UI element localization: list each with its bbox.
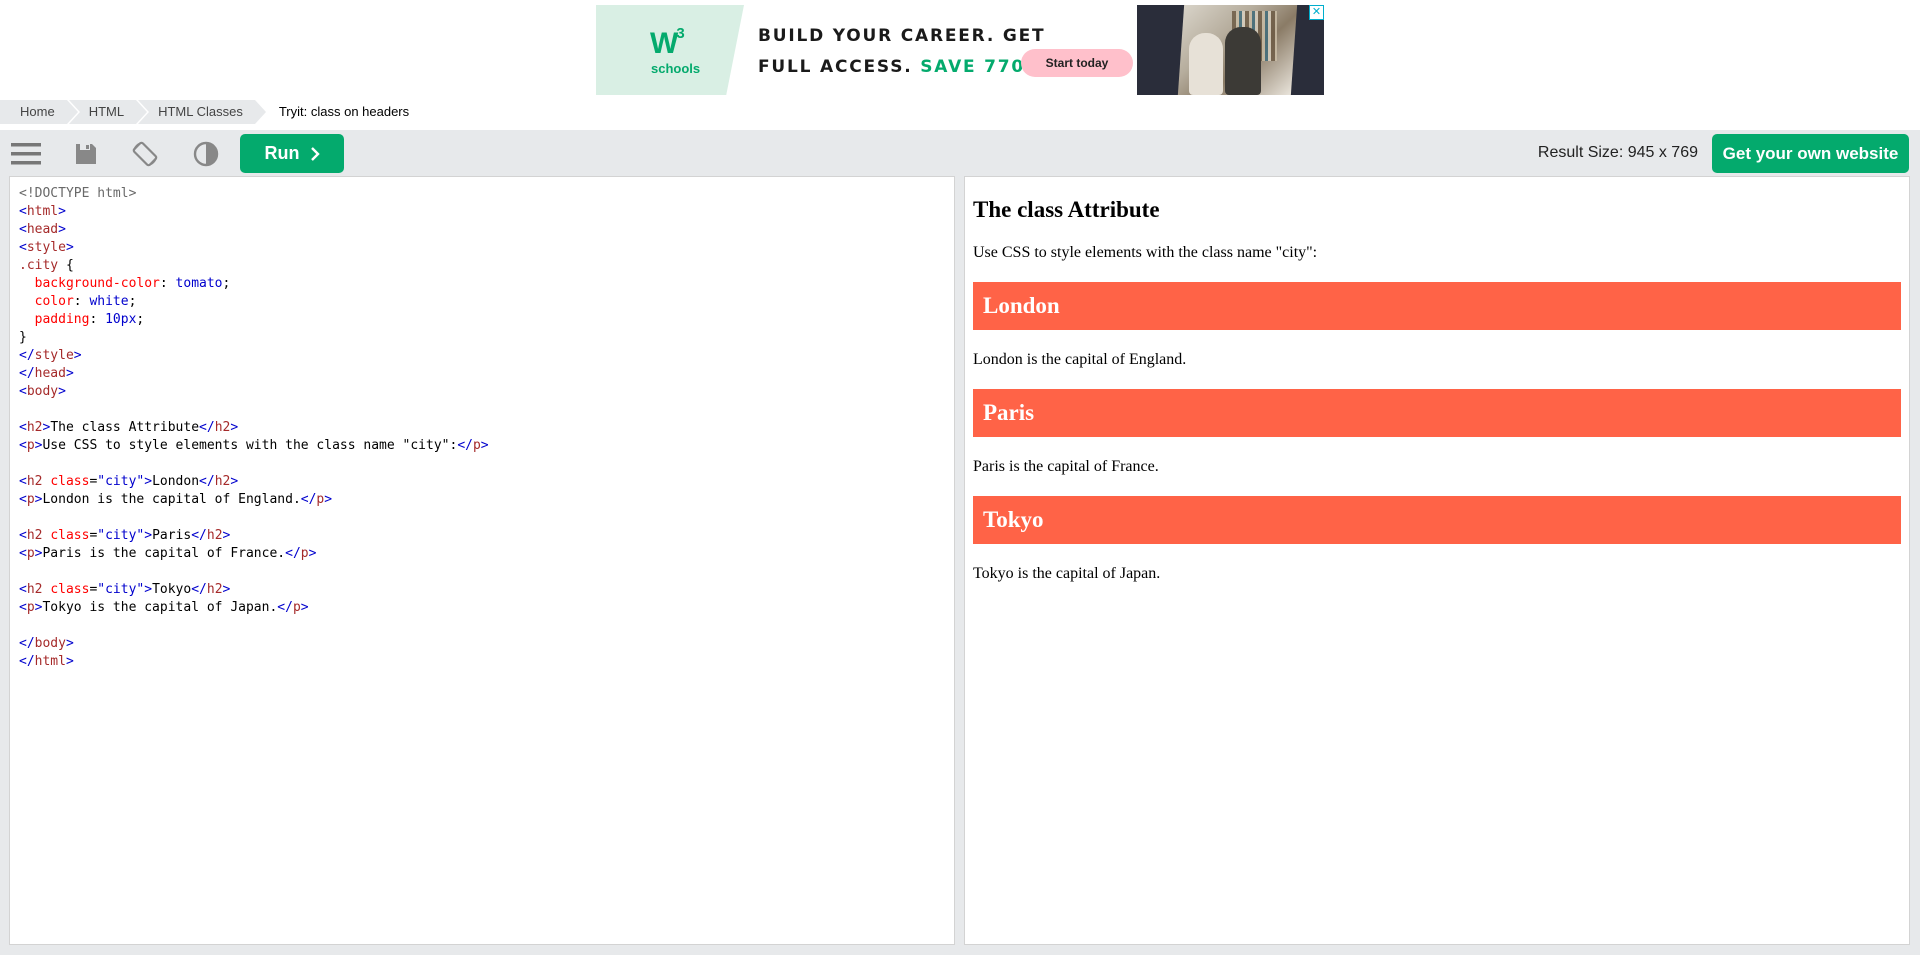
- code-line: <p>London is the capital of England.</p>: [19, 492, 333, 507]
- result-title: The class Attribute: [973, 197, 1160, 222]
- ad-headline-line1: BUILD YOUR CAREER. GET: [758, 26, 1046, 46]
- city-desc-tokyo: Tokyo is the capital of Japan.: [973, 565, 1161, 582]
- menu-icon[interactable]: [11, 139, 41, 169]
- w3schools-logo-mark: W3: [650, 25, 685, 60]
- ad-photo: [1137, 5, 1324, 95]
- city-heading-tokyo: Tokyo: [973, 496, 1901, 544]
- city-heading-paris: Paris: [973, 389, 1901, 437]
- code-line: <body>: [19, 384, 66, 399]
- ad-logo: W3 schools: [596, 5, 744, 95]
- code-line: <p>Paris is the capital of France.</p>: [19, 546, 317, 561]
- breadcrumb: Home HTML HTML Classes Tryit: class on h…: [0, 100, 409, 124]
- result-frame[interactable]: The class Attribute Use CSS to style ele…: [964, 176, 1910, 945]
- ad-banner[interactable]: W3 schools BUILD YOUR CAREER. GET FULL A…: [596, 5, 1324, 95]
- code-line: <style>: [19, 240, 74, 255]
- save-icon[interactable]: [71, 139, 101, 169]
- code-line: <h2 class="city">Tokyo</h2>: [19, 582, 231, 597]
- code-line: }: [19, 330, 27, 345]
- breadcrumb-html-classes[interactable]: HTML Classes: [138, 100, 268, 124]
- code-line: <head>: [19, 222, 66, 237]
- city-desc-paris: Paris is the capital of France.: [973, 458, 1159, 475]
- code-line: padding: 10px;: [34, 312, 145, 327]
- code-line: <h2>The class Attribute</h2>: [19, 420, 239, 435]
- code-line: background-color: tomato;: [34, 276, 231, 291]
- toolbar: Run Result Size: 945 x 769 Get your own …: [0, 130, 1920, 176]
- w3schools-logo-text: schools: [651, 61, 701, 76]
- code-line: <p>Tokyo is the capital of Japan.</p>: [19, 600, 309, 615]
- run-button[interactable]: Run: [240, 134, 344, 173]
- rotate-icon[interactable]: [130, 139, 160, 169]
- code-line: color: white;: [34, 294, 137, 309]
- code-line: <h2 class="city">London</h2>: [19, 474, 239, 489]
- result-intro: Use CSS to style elements with the class…: [973, 244, 1318, 261]
- ad-start-today-button[interactable]: Start today: [1021, 49, 1133, 77]
- breadcrumb-home[interactable]: Home: [0, 100, 80, 124]
- code-line: </body>: [19, 636, 74, 651]
- breadcrumb-current: Tryit: class on headers: [278, 104, 410, 119]
- code-line: </html>: [19, 654, 74, 669]
- city-heading-london: London: [973, 282, 1901, 330]
- code-line: </style>: [19, 348, 82, 363]
- ad-close-icon[interactable]: ✕: [1309, 5, 1324, 20]
- code-line: <p>Use CSS to style elements with the cl…: [19, 438, 489, 453]
- code-line: .city {: [19, 258, 74, 273]
- code-line: <h2 class="city">Paris</h2>: [19, 528, 231, 543]
- chevron-right-icon: [310, 146, 320, 161]
- code-line: <!DOCTYPE html>: [19, 186, 137, 201]
- code-line: </head>: [19, 366, 74, 381]
- ad-headline: BUILD YOUR CAREER. GET FULL ACCESS. SAVE…: [758, 21, 1045, 83]
- run-label: Run: [264, 143, 300, 163]
- get-own-website-button[interactable]: Get your own website: [1712, 134, 1909, 173]
- ad-headline-line2: FULL ACCESS. SAVE 770$: [758, 57, 1039, 77]
- result-size: Result Size: 945 x 769: [1537, 144, 1698, 161]
- contrast-icon[interactable]: [191, 139, 221, 169]
- code-line: <html>: [19, 204, 66, 219]
- code-editor[interactable]: <!DOCTYPE html> <html> <head> <style> .city …: [9, 176, 955, 945]
- editor-stage: <!DOCTYPE html> <html> <head> <style> .city …: [0, 176, 1920, 955]
- city-desc-london: London is the capital of England.: [973, 351, 1187, 368]
